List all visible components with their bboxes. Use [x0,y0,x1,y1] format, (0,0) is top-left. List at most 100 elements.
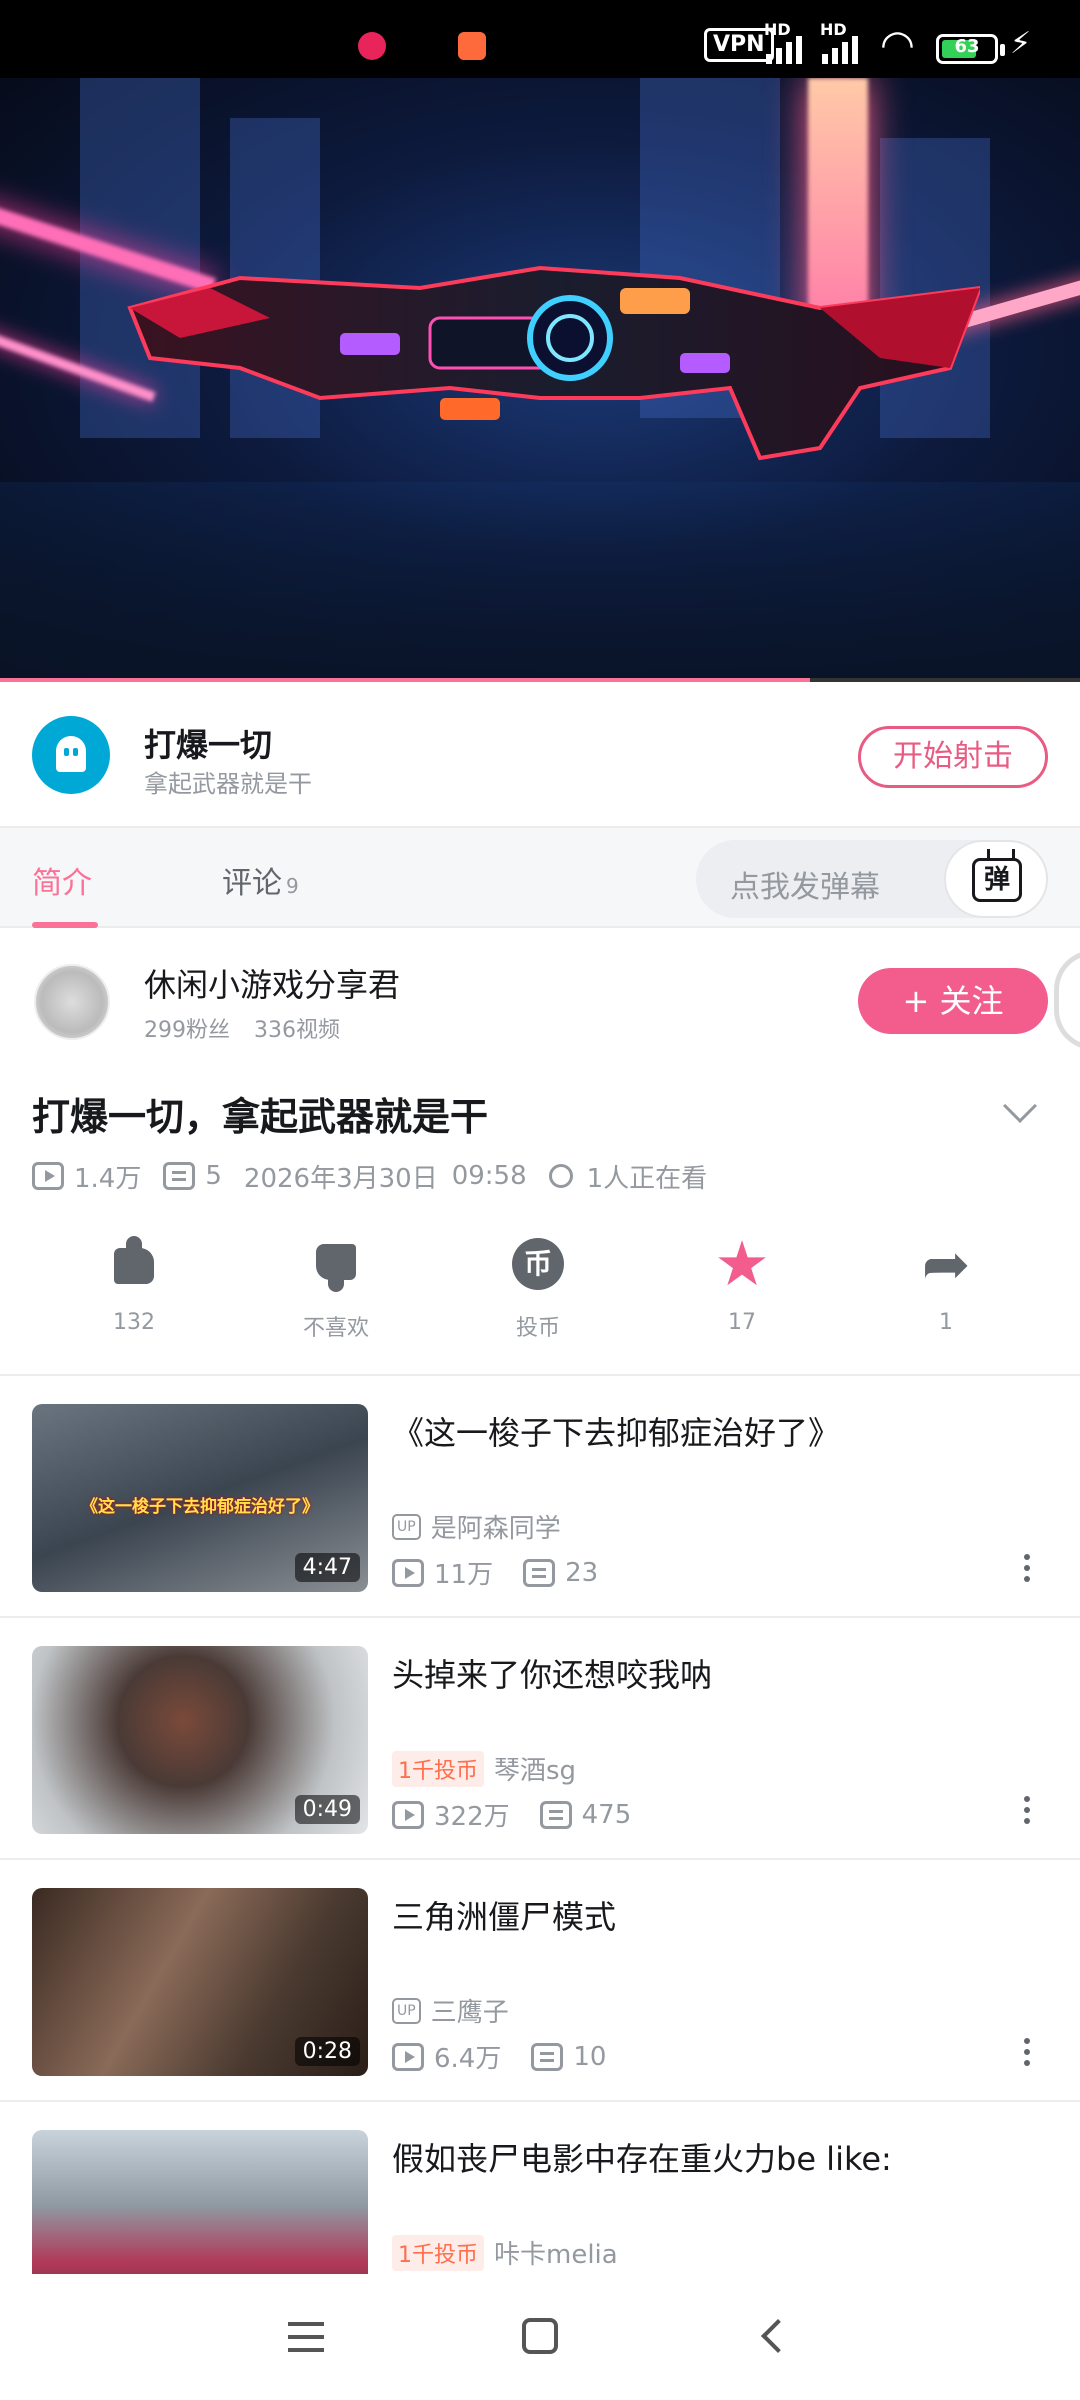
video-stats: 11万 23 [392,1554,598,1591]
thumbs-up-icon [106,1236,162,1292]
dislike-button[interactable]: 不喜欢 [256,1236,416,1342]
up-tag: UP [392,1513,421,1540]
watching-count: 1人正在看 [586,1163,708,1194]
danmaku-count: 5 [205,1161,222,1191]
video-author: 1千投币 咔卡melia [392,2234,618,2271]
share-count: 1 [939,1310,953,1335]
like-button[interactable]: 132 [54,1236,214,1335]
watching-icon [548,1164,573,1188]
uploader-stats: 299粉丝 336视频 [144,1012,340,1044]
list-item[interactable]: 0:28 三角洲僵尸模式 UP 三鹰子 6.4万 10 [0,1862,1080,2102]
uploader-row: 休闲小游戏分享君 299粉丝 336视频 + 关注 [0,930,1080,1070]
signal-icon-2 [822,30,858,64]
view-count-icon [392,2042,424,2071]
action-bar: 132 不喜欢 币 投币 ★ 17 ➦ 1 [0,1227,1080,1376]
video-duration: 0:49 [294,1795,360,1824]
ghost-app-icon [32,716,110,794]
video-duration: 0:28 [294,2037,360,2066]
danmaku-input[interactable]: 点我发弹幕 弹 [696,840,1048,918]
coin-label: 投币 [515,1316,560,1341]
author-name: 琴酒sg [494,1756,577,1786]
dislike-label: 不喜欢 [302,1316,369,1341]
video-title[interactable]: 三角洲僵尸模式 [392,1892,1042,1938]
video-player[interactable] [0,78,1080,682]
comment-count: 9 [286,874,299,898]
list-item[interactable]: 《这一梭子下去抑郁症治好了》 4:47 《这一梭子下去抑郁症治好了》 UP 是阿森… [0,1378,1080,1618]
menu-icon[interactable] [288,2322,324,2352]
video-duration: 4:47 [294,1553,360,1582]
thumbs-down-icon [308,1236,364,1292]
more-options-icon[interactable] [1024,1554,1030,1582]
uploader-videos: 336视频 [254,1018,340,1043]
video-thumbnail[interactable] [32,2130,368,2274]
danmaku-count-icon [539,1800,572,1829]
side-drawer-handle[interactable] [1054,950,1080,1050]
danmaku-placeholder: 点我发弹幕 [730,870,880,905]
follow-button[interactable]: + 关注 [858,968,1048,1034]
video-title[interactable]: 《这一梭子下去抑郁症治好了》 [392,1408,1042,1454]
list-item[interactable]: 假如丧尸电影中存在重火力be like: 1千投币 咔卡melia [0,2104,1080,2274]
publish-date: 2026年3月30日 [243,1163,438,1194]
uploader-avatar[interactable] [34,964,110,1040]
video-stats: 322万 475 [392,1796,631,1833]
battery-icon: 63 [936,34,1005,64]
system-nav-bar [0,2274,1080,2400]
tab-bar: 简介 评论 9 点我发弹幕 弹 [0,828,1080,928]
tab-intro[interactable]: 简介 [32,858,92,902]
video-author: UP 三鹰子 [392,1992,509,2029]
video-stats: 6.4万 10 [392,2038,606,2075]
video-thumbnail[interactable]: 0:28 [32,1888,368,2076]
notification-dot-icon [358,32,386,60]
video-author: 1千投币 琴酒sg [392,1750,576,1787]
video-thumbnail[interactable]: 0:49 [32,1646,368,1834]
video-title: 打爆一切，拿起武器就是干 [32,1095,489,1139]
author-name: 是阿森同学 [430,1514,561,1544]
view-count-icon [392,1800,424,1829]
view-count: 6.4万 [434,2044,502,2074]
wifi-icon: ◠ [880,22,915,68]
tab-indicator [32,922,98,928]
more-options-icon[interactable] [1024,2038,1030,2066]
coin-glyph: 币 [512,1238,564,1290]
uploader-name[interactable]: 休闲小游戏分享君 [144,960,400,1006]
charging-icon: ⚡ [1010,26,1032,61]
danmaku-tv-icon: 弹 [972,858,1022,902]
video-thumbnail[interactable]: 《这一梭子下去抑郁症治好了》 4:47 [32,1404,368,1592]
list-item[interactable]: 0:49 头掉来了你还想咬我呐 1千投币 琴酒sg 322万 475 [0,1620,1080,1860]
video-title[interactable]: 假如丧尸电影中存在重火力be like: [392,2134,1042,2180]
video-meta: 1.4万 5 2026年3月30日 09:58 1人正在看 [32,1156,707,1196]
view-count-icon [32,1162,64,1190]
star-icon: ★ [714,1227,770,1300]
video-author: UP 是阿森同学 [392,1508,561,1545]
publish-time: 09:58 [451,1161,527,1191]
danmaku-count-icon [523,1558,556,1587]
coin-button[interactable]: 币 投币 [458,1236,618,1342]
thumbnail-caption: 《这一梭子下去抑郁症治好了》 [81,1497,319,1517]
weapon-artwork [127,265,980,461]
expand-chevron-icon[interactable] [1003,1089,1037,1123]
share-arrow-icon: ➦ [921,1230,971,1298]
tab-comments[interactable]: 评论 9 [222,858,299,902]
start-shooting-button[interactable]: 开始射击 [858,726,1048,788]
coin-icon: 币 [510,1236,566,1292]
share-button[interactable]: ➦ 1 [866,1230,1026,1335]
coin-tag: 1千投币 [392,1750,484,1787]
danmaku-count-icon [163,1162,196,1190]
favorite-count: 17 [728,1310,756,1335]
view-count-icon [392,1558,424,1587]
danmaku-count: 475 [581,1799,632,1830]
view-count: 322万 [434,1802,510,1832]
ad-banner[interactable]: 打爆一切 拿起武器就是干 开始射击 [0,682,1080,828]
video-title[interactable]: 头掉来了你还想咬我呐 [392,1650,1042,1696]
author-name: 咔卡melia [494,2240,618,2270]
signal-icon-1 [766,30,802,64]
danmaku-count: 10 [573,2041,607,2072]
danmaku-count-icon [531,2042,564,2071]
more-options-icon[interactable] [1024,1796,1030,1824]
view-count: 11万 [434,1560,494,1590]
favorite-button[interactable]: ★ 17 [662,1227,822,1336]
home-icon[interactable] [522,2318,558,2354]
danmaku-toggle-button[interactable]: 弹 [944,840,1048,918]
back-icon[interactable] [761,2319,795,2353]
status-bar: VPN HD HD ◠ 63 ⚡ [0,0,1080,78]
